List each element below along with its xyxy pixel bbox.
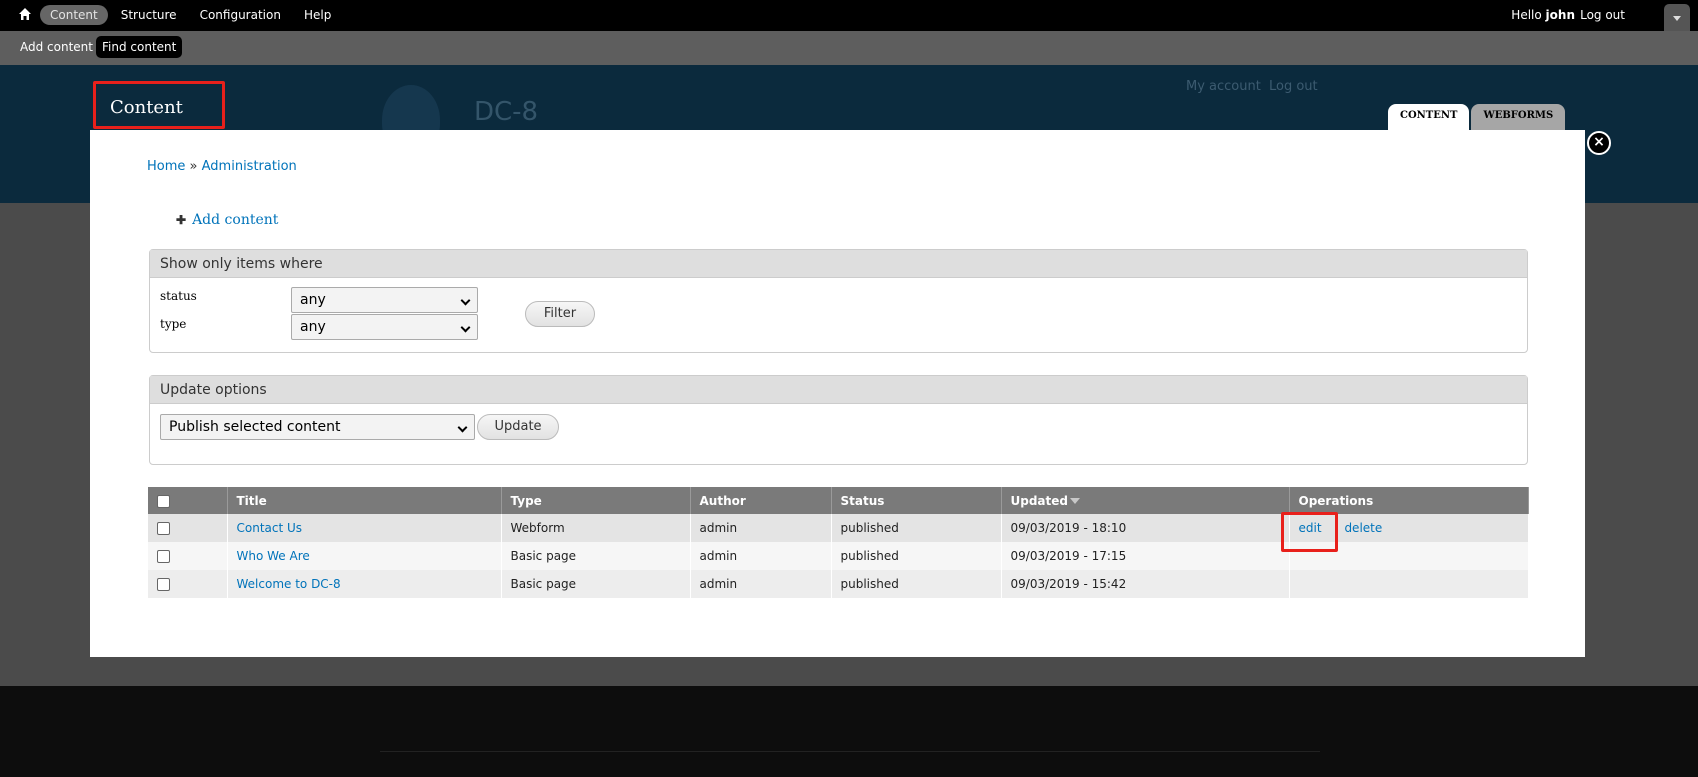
update-options-legend: Update options — [150, 376, 1527, 404]
title-highlight-box — [93, 81, 225, 129]
title-cell: Who We Are — [227, 542, 502, 570]
overlay-content: Home » Administration ✚ Add content Show … — [90, 130, 1585, 657]
shortcut-add-content[interactable]: Add content — [14, 36, 99, 58]
type-label: type — [160, 317, 187, 331]
site-name: DC-8 — [474, 97, 539, 127]
updated-cell: 09/03/2019 - 15:42 — [1001, 570, 1290, 598]
operations-cell — [1289, 570, 1529, 598]
tab-content[interactable]: CONTENT — [1388, 104, 1470, 130]
admin-toolbar: Content Structure Configuration Help Hel… — [0, 0, 1698, 32]
status-cell: published — [831, 570, 1002, 598]
author-cell: admin — [690, 570, 832, 598]
row-checkbox[interactable] — [157, 578, 170, 591]
author-cell: admin — [690, 514, 832, 542]
header-author[interactable]: Author — [690, 487, 832, 514]
user-greeting: Hello john — [1511, 8, 1575, 22]
type-cell: Basic page — [501, 542, 691, 570]
my-account-link: My account — [1186, 79, 1261, 94]
breadcrumb-home[interactable]: Home — [147, 159, 185, 174]
title-cell: Welcome to DC-8 — [227, 570, 502, 598]
table-header-row: Title Type Author Status Updated Operati… — [148, 487, 1529, 514]
breadcrumb: Home » Administration — [147, 159, 297, 174]
header-operations: Operations — [1289, 487, 1529, 514]
status-select-value: any — [300, 292, 326, 308]
add-content-action: ✚ Add content — [176, 212, 278, 228]
toolbar-logout-link[interactable]: Log out — [1580, 8, 1625, 22]
breadcrumb-administration[interactable]: Administration — [202, 159, 297, 174]
site-logout-link: Log out — [1269, 79, 1318, 94]
type-cell: Webform — [501, 514, 691, 542]
type-cell: Basic page — [501, 570, 691, 598]
overlay-tabs: CONTENT WEBFORMS — [1388, 104, 1567, 130]
title-link[interactable]: Who We Are — [237, 549, 310, 563]
row-select-cell — [148, 514, 228, 542]
toolbar-item-help[interactable]: Help — [294, 5, 341, 25]
filter-button[interactable]: Filter — [525, 301, 595, 327]
sort-desc-icon — [1070, 498, 1080, 504]
toolbar-item-configuration[interactable]: Configuration — [190, 5, 291, 25]
update-options-fieldset: Update options Publish selected content … — [149, 375, 1528, 465]
update-button[interactable]: Update — [477, 414, 559, 440]
edit-highlight-box — [1281, 512, 1338, 552]
row-select-cell — [148, 570, 228, 598]
author-cell: admin — [690, 542, 832, 570]
plus-icon: ✚ — [176, 213, 187, 227]
status-cell: published — [831, 514, 1002, 542]
greeting-text: Hello — [1511, 8, 1542, 22]
status-label: status — [160, 289, 197, 303]
row-checkbox[interactable] — [157, 522, 170, 535]
updated-cell: 09/03/2019 - 17:15 — [1001, 542, 1290, 570]
update-action-value: Publish selected content — [169, 419, 341, 435]
toolbar-item-content[interactable]: Content — [40, 5, 108, 25]
table-row: Welcome to DC-8 Basic page admin publish… — [148, 570, 1529, 598]
row-checkbox[interactable] — [157, 550, 170, 563]
updated-cell: 09/03/2019 - 18:10 — [1001, 514, 1290, 542]
row-select-cell — [148, 542, 228, 570]
title-cell: Contact Us — [227, 514, 502, 542]
add-content-link[interactable]: Add content — [192, 212, 278, 228]
type-select[interactable]: any — [291, 314, 478, 340]
select-all-header — [148, 487, 228, 514]
shortcuts-toggle-button[interactable] — [1664, 4, 1690, 32]
home-icon[interactable] — [17, 6, 33, 22]
update-action-select[interactable]: Publish selected content — [160, 414, 475, 440]
header-updated[interactable]: Updated — [1001, 487, 1290, 514]
toolbar-item-structure[interactable]: Structure — [111, 5, 187, 25]
toolbar-menu: Content Structure Configuration Help — [40, 5, 344, 25]
site-footer — [0, 686, 1698, 777]
type-select-value: any — [300, 319, 326, 335]
shortcuts-bar: Add content Find content — [0, 31, 1698, 65]
close-overlay-icon[interactable]: × — [1587, 131, 1611, 155]
filter-legend: Show only items where — [150, 250, 1527, 278]
status-cell: published — [831, 542, 1002, 570]
header-status[interactable]: Status — [831, 487, 1002, 514]
header-title[interactable]: Title — [227, 487, 502, 514]
status-select[interactable]: any — [291, 287, 478, 313]
title-link[interactable]: Welcome to DC-8 — [237, 577, 341, 591]
filter-fieldset: Show only items where status any type an… — [149, 249, 1528, 353]
username-link[interactable]: john — [1546, 8, 1575, 22]
breadcrumb-separator: » — [189, 159, 198, 174]
header-type[interactable]: Type — [501, 487, 691, 514]
shortcut-find-content[interactable]: Find content — [96, 36, 183, 58]
delete-link[interactable]: delete — [1344, 521, 1382, 535]
title-link[interactable]: Contact Us — [237, 521, 303, 535]
header-updated-label: Updated — [1010, 493, 1069, 508]
tab-webforms[interactable]: WEBFORMS — [1471, 104, 1566, 130]
select-all-checkbox[interactable] — [157, 494, 170, 508]
